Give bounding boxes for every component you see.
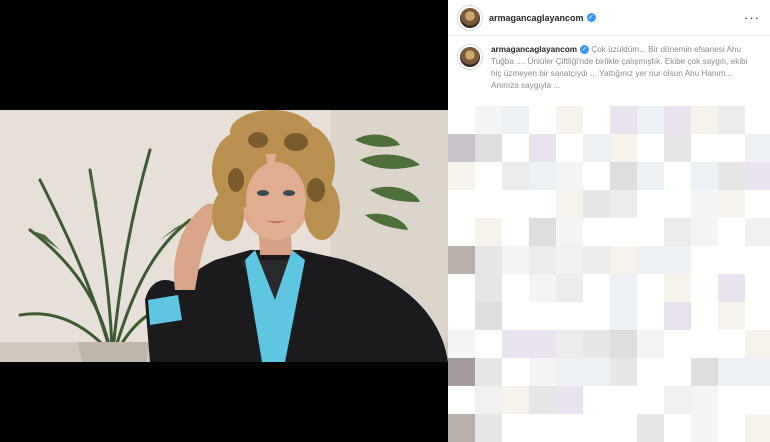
caption-avatar[interactable] <box>458 45 482 69</box>
caption-verified-badge-icon: ✓ <box>580 45 590 55</box>
pixelated-comments-image <box>448 106 770 442</box>
more-options-icon[interactable]: ··· <box>744 10 760 25</box>
caption-username-link[interactable]: armagancaglayancom <box>491 45 577 54</box>
post-photo[interactable] <box>0 110 448 362</box>
post-caption: armagancaglayancom ✓ Çok üzüldüm... Bir d… <box>448 36 770 92</box>
woman-portrait-image <box>0 110 448 362</box>
post-header: armagancaglayancom ✓ ··· <box>448 0 770 36</box>
blurred-comments-area <box>448 106 770 442</box>
post-media[interactable] <box>0 0 448 442</box>
caption-text-block: armagancaglayancom ✓ Çok üzüldüm... Bir d… <box>491 44 760 92</box>
post-sidebar: armagancaglayancom ✓ ··· armagancaglayan… <box>448 0 770 442</box>
avatar[interactable] <box>458 5 482 30</box>
username-link[interactable]: armagancaglayancom <box>489 13 584 23</box>
verified-badge-icon: ✓ <box>586 13 596 22</box>
